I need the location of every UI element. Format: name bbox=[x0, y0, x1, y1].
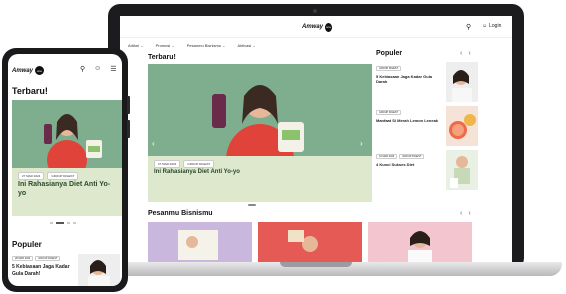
logo-badge: one bbox=[325, 22, 332, 32]
nav-item-artikel[interactable]: Artikel ⌄ bbox=[128, 43, 144, 48]
phone-side-button bbox=[127, 96, 130, 114]
phone-side-button bbox=[127, 120, 130, 138]
logo-text: Amway bbox=[12, 67, 34, 74]
chevron-left-icon[interactable]: ‹ bbox=[460, 210, 462, 217]
phone-frame: Amway one ⚲ ☺ ☰ Terbaru! 27 MAR 2024 GRO… bbox=[2, 48, 128, 292]
mobile-header: Amway one ⚲ ☺ ☰ bbox=[8, 64, 122, 78]
nav-item-bisnis[interactable]: Pesanmu Bisnismu ⌄ bbox=[187, 43, 226, 48]
category-badge: GROUP DIGEST bbox=[376, 110, 402, 115]
date-badge: 31 MAR 2024 bbox=[376, 154, 398, 159]
planner-photo bbox=[148, 222, 252, 262]
webcam-icon bbox=[313, 9, 317, 13]
carousel-dot[interactable] bbox=[73, 222, 76, 224]
grapefruit-photo bbox=[446, 106, 478, 146]
nav-label: Pesanmu Bisnismu bbox=[186, 42, 222, 48]
amway-logo[interactable]: Amway one bbox=[12, 66, 45, 75]
chevron-right-icon[interactable]: › bbox=[468, 50, 470, 57]
search-icon[interactable]: ⚲ bbox=[466, 23, 471, 31]
carousel-dot-active[interactable] bbox=[56, 222, 64, 224]
main-nav: Artikel ⌄ Promosi ⌄ Pesanmu Bisnismu ⌄ A… bbox=[128, 38, 256, 52]
populer-item[interactable]: GROUP DIGEST Manfaat Si Merah Lemon Lene… bbox=[376, 106, 480, 148]
nav-item-aktivasi[interactable]: Aktivasi ⌄ bbox=[238, 43, 256, 48]
category-badge: GROUP DIGEST bbox=[183, 160, 215, 168]
chevron-right-icon[interactable]: › bbox=[468, 210, 470, 217]
hero-title: Ini Rahasianya Diet Anti Yo-yo bbox=[18, 181, 111, 198]
header-icons: ⚲ ☺ ☰ bbox=[80, 65, 117, 73]
chevron-left-icon[interactable]: ‹ bbox=[460, 50, 462, 57]
user-icon: ☺ bbox=[482, 23, 488, 29]
hero-image[interactable] bbox=[12, 100, 122, 168]
carousel-indicator[interactable] bbox=[50, 222, 76, 224]
carousel-indicator[interactable] bbox=[248, 204, 256, 206]
item-title: 4 Kunci Sukses Diet bbox=[376, 162, 415, 167]
item-badges: 28 MAR 2024 GROUP DIGEST bbox=[12, 256, 61, 261]
chevron-down-icon: ⌄ bbox=[171, 42, 175, 48]
bisnis-card[interactable] bbox=[368, 222, 472, 262]
user-icon[interactable]: ☺ bbox=[94, 65, 101, 73]
search-icon[interactable]: ⚲ bbox=[80, 65, 85, 73]
category-badge: GROUP DIGEST bbox=[47, 172, 79, 180]
woman-with-shaker-photo bbox=[12, 100, 122, 168]
item-title: 5 Kebiasaan Jaga Kadar Gula Darah bbox=[376, 74, 433, 85]
login-label: Login bbox=[489, 23, 502, 29]
chevron-down-icon: ⌄ bbox=[252, 42, 256, 48]
category-badge: GROUP DIGEST bbox=[399, 154, 425, 159]
menu-icon[interactable]: ☰ bbox=[110, 65, 116, 73]
logo-badge: one bbox=[35, 66, 45, 75]
date-badge: 27 MAR 2024 bbox=[154, 160, 181, 168]
hero-next-arrow[interactable]: › bbox=[360, 139, 363, 148]
nav-item-promosi[interactable]: Promosi ⌄ bbox=[156, 43, 175, 48]
item-title: 5 Kebiasaan Jaga Kadar Gula Darah! bbox=[12, 264, 70, 277]
bisnis-card[interactable] bbox=[148, 222, 252, 262]
hero-caption[interactable]: 27 MAR 2024 GROUP DIGEST Ini Rahasianya … bbox=[148, 156, 372, 202]
populer-item[interactable]: 28 MAR 2024 GROUP DIGEST 5 Kebiasaan Jag… bbox=[12, 254, 120, 286]
item-badges: 31 MAR 2024 GROUP DIGEST bbox=[376, 154, 425, 159]
date-badge: 27 MAR 2024 bbox=[18, 172, 45, 180]
populer-heading: Populer bbox=[12, 240, 42, 249]
bisnis-pager: ‹ › bbox=[460, 210, 471, 217]
populer-pager: ‹ › bbox=[460, 50, 471, 57]
item-badges: GROUP DIGEST bbox=[376, 110, 402, 115]
smiling-woman-photo bbox=[368, 222, 472, 262]
nav-label: Promosi bbox=[155, 42, 171, 48]
bisnis-card[interactable] bbox=[258, 222, 362, 262]
device-mockup: Amway one ⚲ ☺ Login Artikel ⌄ Promosi ⌄ … bbox=[0, 0, 566, 294]
populer-heading: Populer bbox=[376, 50, 403, 57]
hero-title: Ini Rahasianya Diet Anti Yo-yo bbox=[154, 169, 240, 175]
terbaru-heading: Terbaru! bbox=[148, 54, 176, 61]
category-badge: GROUP DIGEST bbox=[35, 256, 61, 261]
nav-label: Aktivasi bbox=[237, 42, 252, 48]
woman-eating-photo bbox=[78, 254, 120, 286]
item-title: Manfaat Si Merah Lemon Leneak bbox=[376, 118, 439, 123]
category-badge: GROUP DIGEST bbox=[376, 66, 402, 71]
hero-prev-arrow[interactable]: ‹ bbox=[152, 139, 155, 148]
laptop-notch bbox=[280, 262, 352, 267]
nav-label: Artikel bbox=[128, 42, 140, 48]
laptop-screen: Amway one ⚲ ☺ Login Artikel ⌄ Promosi ⌄ … bbox=[120, 16, 512, 262]
hero-badges: 27 MAR 2024 GROUP DIGEST bbox=[18, 172, 79, 180]
terbaru-heading: Terbaru! bbox=[12, 86, 48, 96]
populer-item[interactable]: GROUP DIGEST 5 Kebiasaan Jaga Kadar Gula… bbox=[376, 62, 480, 104]
site-header: Amway one ⚲ ☺ Login bbox=[120, 16, 512, 38]
populer-item[interactable]: 31 MAR 2024 GROUP DIGEST 4 Kunci Sukses D… bbox=[376, 150, 480, 192]
carousel-dot[interactable] bbox=[50, 222, 53, 224]
login-button[interactable]: ☺ Login bbox=[482, 23, 501, 29]
hero-caption[interactable]: 27 MAR 2024 GROUP DIGEST Ini Rahasianya … bbox=[12, 168, 122, 216]
logo-text: Amway bbox=[302, 24, 324, 30]
item-badges: GROUP DIGEST bbox=[376, 66, 402, 71]
chevron-down-icon: ⌄ bbox=[222, 42, 226, 48]
woman-eating-photo bbox=[446, 62, 478, 102]
diet-products-photo bbox=[446, 150, 478, 190]
woman-with-hat-photo bbox=[258, 222, 362, 262]
chevron-down-icon: ⌄ bbox=[140, 42, 144, 48]
amway-logo[interactable]: Amway one bbox=[302, 22, 332, 32]
hero-badges: 27 MAR 2024 GROUP DIGEST bbox=[154, 160, 215, 168]
date-badge: 28 MAR 2024 bbox=[12, 256, 34, 261]
bisnis-heading: Pesanmu Bisnismu bbox=[148, 210, 213, 217]
carousel-dot[interactable] bbox=[67, 222, 70, 224]
phone-screen: Amway one ⚲ ☺ ☰ Terbaru! 27 MAR 2024 GRO… bbox=[8, 54, 122, 286]
